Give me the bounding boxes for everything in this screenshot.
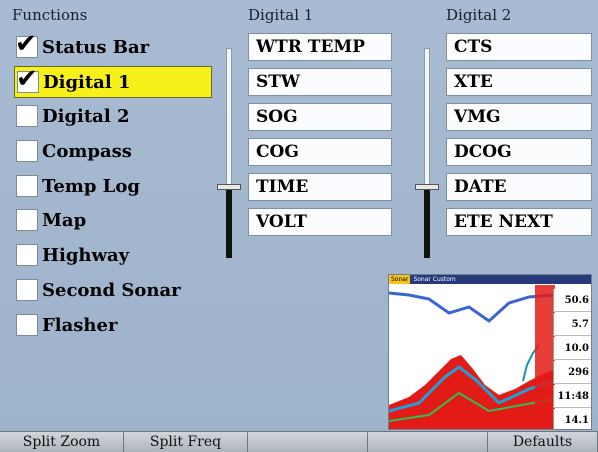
function-item-status-bar[interactable]: ✔ Status Bar bbox=[14, 30, 210, 62]
digital2-field-1[interactable]: CTS bbox=[446, 33, 592, 61]
sonar-value: 296 bbox=[553, 361, 591, 384]
digital2-field-5[interactable]: DATE bbox=[446, 173, 592, 201]
functions-header: Functions bbox=[12, 6, 88, 24]
sonar-preview: Sonar Sonar Custom 50.6 5.7 10.0 296 11:4… bbox=[388, 274, 592, 430]
digital2-field-3[interactable]: VMG bbox=[446, 103, 592, 131]
function-item-second-sonar[interactable]: Second Sonar bbox=[14, 275, 210, 305]
checkmark-icon: ✔ bbox=[15, 29, 37, 59]
checkbox-flasher[interactable] bbox=[16, 314, 38, 336]
function-label: Digital 2 bbox=[42, 105, 130, 127]
checkbox-highway[interactable] bbox=[16, 244, 38, 266]
digital1-field-3[interactable]: SOG bbox=[248, 103, 392, 131]
function-item-highway[interactable]: Highway bbox=[14, 240, 210, 270]
sonar-preview-tag: Sonar bbox=[389, 275, 411, 284]
split-freq-softkey[interactable]: Split Freq bbox=[124, 431, 248, 452]
defaults-softkey[interactable]: Defaults bbox=[488, 431, 598, 452]
digital2-field-6[interactable]: ETE NEXT bbox=[446, 208, 592, 236]
digital1-field-4[interactable]: COG bbox=[248, 138, 392, 166]
sonar-echo-image bbox=[389, 285, 555, 429]
sonar-preview-values: 50.6 5.7 10.0 296 11:48 14.1 bbox=[553, 289, 591, 429]
function-item-digital-2[interactable]: Digital 2 bbox=[14, 101, 210, 131]
checkbox-compass[interactable] bbox=[16, 140, 38, 162]
function-item-temp-log[interactable]: Temp Log bbox=[14, 171, 210, 201]
digital1-slider-thumb[interactable] bbox=[217, 184, 241, 190]
sonar-value: 5.7 bbox=[553, 313, 591, 336]
sonar-value: 14.1 bbox=[553, 409, 591, 429]
digital1-field-2[interactable]: STW bbox=[248, 68, 392, 96]
checkbox-digital-1[interactable]: ✔ bbox=[16, 65, 39, 93]
function-item-flasher[interactable]: Flasher bbox=[14, 310, 210, 340]
function-label: Map bbox=[42, 209, 87, 231]
digital1-slider-fill bbox=[226, 188, 232, 258]
checkmark-icon: ✔ bbox=[16, 64, 38, 94]
function-label: Highway bbox=[42, 244, 130, 266]
function-item-map[interactable]: Map bbox=[14, 205, 210, 235]
function-item-compass[interactable]: Compass bbox=[14, 136, 210, 166]
function-label: Digital 1 bbox=[43, 71, 131, 93]
digital2-field-4[interactable]: DCOG bbox=[446, 138, 592, 166]
function-label: Flasher bbox=[42, 314, 118, 336]
digital2-slider-fill bbox=[424, 188, 430, 258]
sonar-preview-title: Sonar Custom bbox=[413, 276, 456, 283]
digital1-field-5[interactable]: TIME bbox=[248, 173, 392, 201]
digital1-field-6[interactable]: VOLT bbox=[248, 208, 392, 236]
sonar-value: 11:48 bbox=[553, 385, 591, 408]
digital1-field-1[interactable]: WTR TEMP bbox=[248, 33, 392, 61]
checkbox-second-sonar[interactable] bbox=[16, 279, 38, 301]
digital1-header: Digital 1 bbox=[248, 6, 314, 24]
screen: Functions Digital 1 Digital 2 ✔ Status B… bbox=[0, 0, 598, 452]
function-label: Status Bar bbox=[42, 36, 150, 58]
sonar-value: 10.0 bbox=[553, 337, 591, 360]
sonar-preview-title-bar: Sonar Sonar Custom bbox=[389, 275, 591, 284]
checkbox-digital-2[interactable] bbox=[16, 105, 38, 127]
digital2-header: Digital 2 bbox=[446, 6, 512, 24]
function-label: Temp Log bbox=[42, 175, 140, 197]
checkbox-temp-log[interactable] bbox=[16, 175, 38, 197]
blank-softkey-3[interactable] bbox=[248, 431, 368, 452]
function-label: Compass bbox=[42, 140, 132, 162]
digital2-slider-thumb[interactable] bbox=[415, 184, 439, 190]
digital2-field-2[interactable]: XTE bbox=[446, 68, 592, 96]
split-zoom-softkey[interactable]: Split Zoom bbox=[0, 431, 124, 452]
softkey-bar: Split Zoom Split Freq Defaults bbox=[0, 431, 598, 452]
sonar-value: 50.6 bbox=[553, 289, 591, 312]
function-label: Second Sonar bbox=[42, 279, 181, 301]
blank-softkey-4[interactable] bbox=[368, 431, 488, 452]
function-item-digital-1[interactable]: ✔ Digital 1 bbox=[14, 65, 212, 98]
checkbox-map[interactable] bbox=[16, 209, 38, 231]
checkbox-status-bar[interactable]: ✔ bbox=[15, 30, 38, 58]
